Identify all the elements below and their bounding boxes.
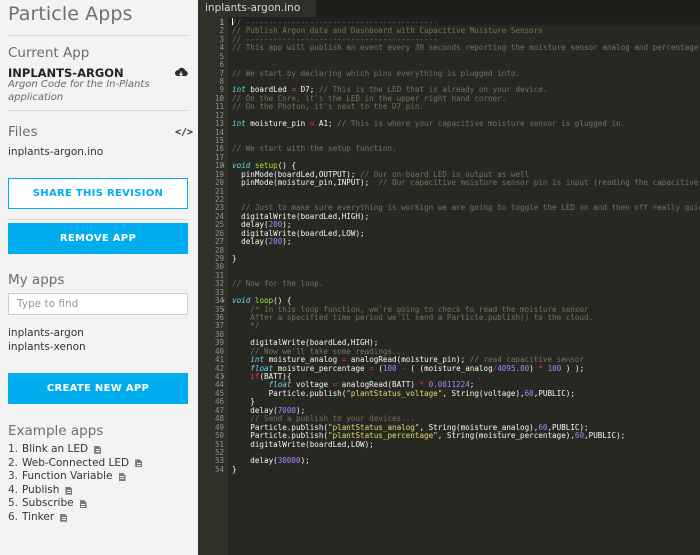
code-line: }: [232, 254, 237, 264]
share-revision-button[interactable]: SHARE THIS REVISION: [8, 178, 188, 209]
code-line: // This app will publish an event every …: [232, 43, 699, 53]
example-app-label: Tinker: [22, 510, 55, 523]
code-line: }: [232, 464, 237, 474]
divider: [8, 35, 188, 36]
current-app-description: Argon Code for the In-Plants application: [8, 79, 150, 103]
app-search-input[interactable]: [8, 293, 188, 315]
document-icon: [135, 459, 143, 468]
example-app-label: Blink an LED: [22, 443, 89, 455]
text-cursor: [232, 18, 233, 25]
code-line: delay(200);: [232, 237, 292, 247]
code-line: digitalWrite(boardLed,LOW);: [232, 439, 374, 449]
example-number: 2.: [8, 456, 19, 469]
document-icon: [118, 472, 126, 481]
example-number: 1.: [8, 443, 19, 455]
example-app-tinker[interactable]: 6. Tinker: [8, 511, 142, 525]
code-line: // We start by declaring which pins ever…: [232, 68, 521, 78]
document-icon: [79, 500, 87, 509]
code-line: */: [232, 321, 260, 331]
example-app-publish[interactable]: 4. Publish: [8, 484, 142, 498]
code-line: pinMode(moisture_pin,INPUT); // Our capa…: [232, 178, 699, 188]
example-apps-list: 1. Blink an LED 2. Web-Connected LED 3. Fun…: [8, 443, 143, 525]
file-item[interactable]: inplants-argon.ino: [8, 146, 103, 158]
my-apps-heading: My apps: [8, 272, 65, 288]
code-line: // Now for the loop.: [232, 279, 324, 289]
sidebar: Particle Apps Current App INPLANTS-ARGON…: [0, 0, 198, 555]
example-number: 4.: [8, 483, 19, 496]
code-icon[interactable]: </>: [175, 127, 193, 138]
code-area[interactable]: // -------------------------------------…: [232, 17, 700, 555]
divider: [8, 110, 188, 111]
example-app-subscribe[interactable]: 5. Subscribe: [8, 497, 142, 511]
document-icon: [94, 445, 102, 454]
example-number: 3.: [8, 470, 19, 483]
my-app-item[interactable]: inplants-xenon: [8, 340, 86, 354]
example-app-label: Subscribe: [22, 497, 74, 510]
line-number-gutter: 1 2 3 4 5 6 7 8 9 10 11 12 13 14 15 16 17 18 ▾ 19 20 21 22 23 24…: [198, 17, 228, 555]
code-editor[interactable]: inplants-argon.ino 1 2 3 4 5 6 7 8 9 10 11 12 13 14 15…: [198, 0, 700, 555]
example-apps-heading: Example apps: [8, 423, 104, 439]
files-heading: Files: [8, 124, 38, 140]
divider: [8, 219, 188, 220]
code-line: delay(30000);: [232, 456, 310, 466]
code-line: Particle.publish("plantStatus_voltage", …: [232, 388, 575, 398]
example-app-label: Function Variable: [22, 470, 113, 483]
app-title: Particle Apps: [8, 3, 133, 25]
file-tab[interactable]: inplants-argon.ino: [198, 0, 316, 17]
example-app-label: Publish: [22, 483, 60, 496]
current-app-heading: Current App: [8, 45, 90, 61]
example-app-function-variable[interactable]: 3. Function Variable: [8, 470, 142, 484]
code-line: After a specified time period we'll send…: [232, 313, 594, 323]
my-apps-list: inplants-argon inplants-xenon: [8, 326, 86, 354]
current-app-name: INPLANTS-ARGON: [8, 66, 124, 80]
editor-tab-bar: inplants-argon.ino: [198, 0, 700, 17]
create-new-app-button[interactable]: CREATE NEW APP: [8, 373, 188, 404]
example-number: 5.: [8, 497, 19, 510]
example-number: 6.: [8, 510, 19, 523]
line-number: 54: [214, 464, 224, 474]
code-line: // We start with the setup function.: [232, 144, 397, 154]
document-icon: [60, 513, 68, 522]
document-icon: [65, 486, 73, 495]
code-line: int moisture_pin = A1; // This is where …: [232, 119, 626, 129]
example-app-blink-an-led[interactable]: 1. Blink an LED: [8, 443, 142, 457]
example-app-web-connected-led[interactable]: 2. Web-Connected LED: [8, 456, 143, 471]
example-app-label: Web-Connected LED: [22, 456, 130, 469]
cloud-download-icon[interactable]: [174, 67, 188, 79]
code-line: // On the Photon, it's next to the D7 pi…: [232, 102, 425, 112]
my-app-item[interactable]: inplants-argon: [8, 326, 86, 340]
remove-app-button[interactable]: REMOVE APP: [8, 223, 188, 254]
